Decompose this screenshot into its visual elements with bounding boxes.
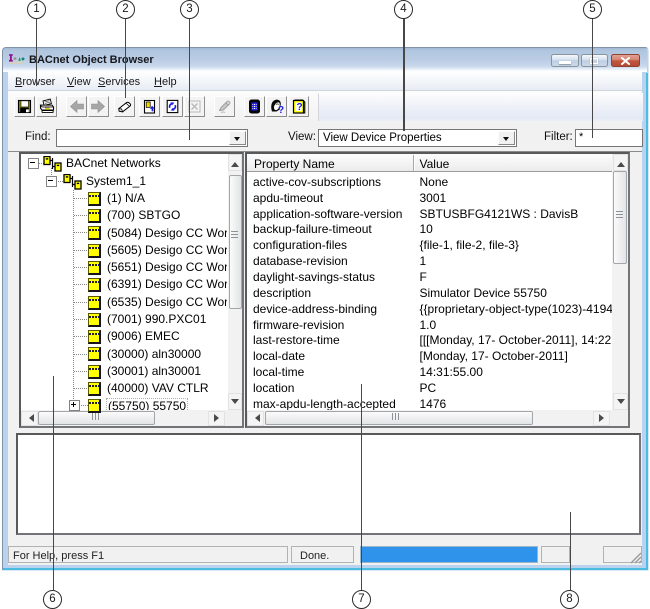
svg-text:?: ? <box>278 105 284 115</box>
svg-text:?: ? <box>297 102 303 113</box>
